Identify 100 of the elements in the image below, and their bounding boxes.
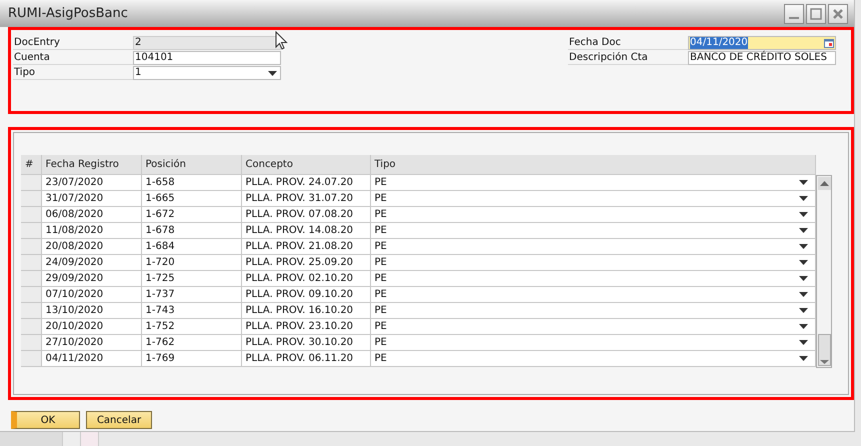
input-field[interactable]: BANCO DE CRÉDITO SOLES (688, 51, 836, 65)
dropdown-cell[interactable]: PE (370, 174, 816, 190)
row-header[interactable] (21, 254, 41, 270)
table-cell: PLLA. PROV. 06.11.20 (241, 350, 370, 366)
column-header[interactable]: Concepto (241, 155, 370, 174)
dropdown-cell[interactable]: PE (370, 286, 816, 302)
row-header[interactable] (21, 334, 41, 350)
table-cell: 1-725 (141, 270, 241, 286)
row-header[interactable] (21, 190, 41, 206)
table-cell: PLLA. PROV. 24.07.20 (241, 174, 370, 190)
row-header[interactable] (21, 350, 41, 366)
table-cell: PLLA. PROV. 09.10.20 (241, 286, 370, 302)
dropdown-cell[interactable]: PE (370, 206, 816, 222)
dropdown-cell[interactable]: PE (370, 334, 816, 350)
input-field[interactable]: 2 (133, 36, 281, 50)
table-cell: PLLA. PROV. 23.10.20 (241, 318, 370, 334)
column-header[interactable]: Posición (141, 155, 241, 174)
dropdown-arrow-icon (799, 212, 808, 217)
scroll-down-icon[interactable] (820, 357, 828, 365)
calendar-icon[interactable] (824, 38, 834, 48)
row-header[interactable] (21, 206, 41, 222)
row-header[interactable] (21, 174, 41, 190)
row-header[interactable] (21, 270, 41, 286)
field-label: DocEntry (13, 36, 133, 50)
mouse-cursor-icon (275, 31, 288, 50)
row-header[interactable] (21, 302, 41, 318)
dropdown-arrow-icon (799, 244, 808, 249)
dropdown-arrow-icon (799, 356, 808, 361)
dropdown-cell[interactable]: PE (370, 222, 816, 238)
row-header[interactable] (21, 318, 41, 334)
dropdown-arrow-icon (799, 292, 808, 297)
dropdown-arrow-icon (799, 308, 808, 313)
window-title: RUMI-AsigPosBanc (8, 6, 129, 21)
maximize-icon (810, 8, 822, 20)
table-cell: 20/08/2020 (41, 238, 141, 254)
table-cell: 1-672 (141, 206, 241, 222)
row-header[interactable] (21, 222, 41, 238)
table-cell: PLLA. PROV. 02.10.20 (241, 270, 370, 286)
input-field[interactable]: 104101 (133, 51, 281, 65)
dropdown-cell[interactable]: PE (370, 350, 816, 366)
table-cell: 07/10/2020 (41, 286, 141, 302)
table-cell: 27/10/2020 (41, 334, 141, 350)
table-cell: PLLA. PROV. 21.08.20 (241, 238, 370, 254)
table-cell: PLLA. PROV. 31.07.20 (241, 190, 370, 206)
table-cell: 13/10/2020 (41, 302, 141, 318)
ok-button[interactable]: OK (11, 411, 80, 429)
table-cell: 1-737 (141, 286, 241, 302)
column-header[interactable]: Tipo (370, 155, 816, 174)
close-icon (833, 8, 843, 18)
dropdown-cell[interactable]: PE (370, 190, 816, 206)
scrollbar[interactable] (816, 175, 832, 368)
table-cell: 1-658 (141, 174, 241, 190)
dropdown-cell[interactable]: PE (370, 270, 816, 286)
table-cell: 29/09/2020 (41, 270, 141, 286)
row-header[interactable] (21, 286, 41, 302)
field-label: Descripción Cta (568, 51, 688, 65)
dropdown-cell[interactable]: PE (370, 238, 816, 254)
dropdown-arrow-icon (799, 276, 808, 281)
table-cell: 1-678 (141, 222, 241, 238)
table-cell: 31/07/2020 (41, 190, 141, 206)
table-cell: PLLA. PROV. 14.08.20 (241, 222, 370, 238)
table-cell: 1-720 (141, 254, 241, 270)
dropdown-arrow-icon (799, 340, 808, 345)
table-cell: 1-743 (141, 302, 241, 318)
dropdown-arrow-icon (268, 70, 277, 76)
field-label: Cuenta (13, 51, 133, 65)
taskbar-tab[interactable] (0, 432, 63, 446)
minimize-icon (789, 16, 799, 18)
table-cell: PLLA. PROV. 25.09.20 (241, 254, 370, 270)
dropdown-cell[interactable]: PE (370, 302, 816, 318)
dropdown-field[interactable]: 1 (133, 66, 281, 80)
maximize-button[interactable] (806, 4, 826, 24)
table-cell: PLLA. PROV. 16.10.20 (241, 302, 370, 318)
row-header[interactable] (21, 238, 41, 254)
table-cell: PLLA. PROV. 30.10.20 (241, 334, 370, 350)
scroll-up-icon[interactable] (820, 181, 828, 186)
taskbar-tab[interactable] (63, 432, 81, 446)
dropdown-arrow-icon (799, 260, 808, 265)
dropdown-cell[interactable]: PE (370, 254, 816, 270)
dropdown-arrow-icon (799, 324, 808, 329)
date-field[interactable]: 04/11/2020 (688, 36, 836, 50)
dropdown-arrow-icon (799, 196, 808, 201)
column-header[interactable]: # (21, 155, 41, 174)
dropdown-arrow-icon (799, 180, 808, 185)
field-label: Fecha Doc (568, 36, 688, 50)
taskbar-tab[interactable] (81, 432, 99, 446)
table-cell: 20/10/2020 (41, 318, 141, 334)
table-cell: 06/08/2020 (41, 206, 141, 222)
close-button[interactable] (828, 4, 848, 24)
field-label: Tipo (13, 66, 133, 80)
table-cell: 1-665 (141, 190, 241, 206)
table-cell: 04/11/2020 (41, 350, 141, 366)
table-cell: 24/09/2020 (41, 254, 141, 270)
dropdown-arrow-icon (799, 228, 808, 233)
cancel-button[interactable]: Cancelar (86, 411, 152, 429)
column-header[interactable]: Fecha Registro (41, 155, 141, 174)
dropdown-cell[interactable]: PE (370, 318, 816, 334)
table-cell: 1-769 (141, 350, 241, 366)
table-cell: 23/07/2020 (41, 174, 141, 190)
minimize-button[interactable] (784, 4, 804, 24)
